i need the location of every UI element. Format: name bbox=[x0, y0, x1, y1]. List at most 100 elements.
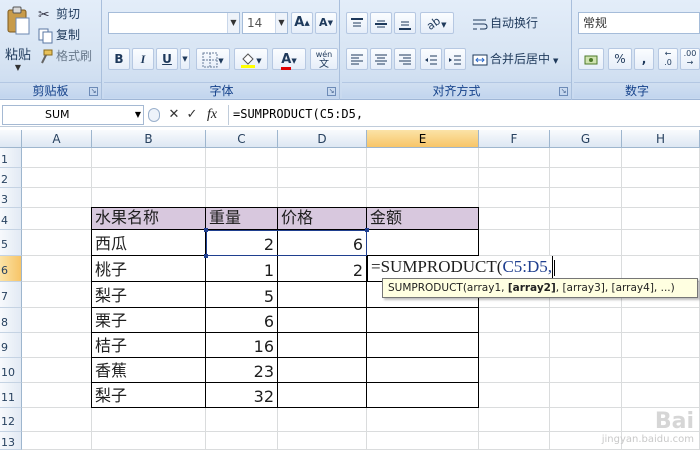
row-header-9[interactable]: 9 bbox=[0, 333, 22, 358]
cell[interactable] bbox=[622, 333, 700, 358]
table-cell[interactable]: 香蕉 bbox=[92, 358, 206, 383]
table-cell[interactable]: 栗子 bbox=[92, 308, 206, 333]
cell[interactable] bbox=[206, 408, 278, 432]
increase-indent-button[interactable] bbox=[444, 48, 466, 70]
cell[interactable] bbox=[479, 408, 550, 432]
table-cell[interactable]: 23 bbox=[206, 358, 278, 383]
borders-button[interactable]: ▼ bbox=[196, 48, 230, 70]
font-color-button[interactable]: A▼ bbox=[272, 48, 306, 70]
cell[interactable] bbox=[367, 432, 479, 450]
chevron-down-icon[interactable]: ▼ bbox=[227, 13, 239, 33]
row-header-7[interactable]: 7 bbox=[0, 282, 22, 308]
column-header-c[interactable]: C bbox=[206, 130, 278, 148]
cell[interactable] bbox=[92, 148, 206, 168]
row-header-8[interactable]: 8 bbox=[0, 308, 22, 333]
row-header-6[interactable]: 6 bbox=[0, 256, 22, 282]
phonetic-guide-button[interactable]: wén 文 bbox=[310, 48, 338, 70]
cell[interactable] bbox=[22, 168, 92, 188]
cell[interactable] bbox=[550, 188, 622, 208]
bold-button[interactable]: B bbox=[108, 48, 130, 70]
align-middle-button[interactable] bbox=[370, 12, 392, 34]
cell[interactable] bbox=[22, 408, 92, 432]
row-header-4[interactable]: 4 bbox=[0, 208, 22, 230]
cell[interactable] bbox=[479, 333, 550, 358]
table-header-cell[interactable]: 金额 bbox=[367, 208, 479, 230]
number-format-combo[interactable]: 常规 bbox=[578, 12, 700, 34]
cell[interactable] bbox=[278, 168, 367, 188]
row-header-5[interactable]: 5 bbox=[0, 230, 22, 256]
cell[interactable] bbox=[479, 308, 550, 333]
cell[interactable] bbox=[22, 358, 92, 383]
cell[interactable] bbox=[550, 358, 622, 383]
table-cell[interactable] bbox=[278, 383, 367, 408]
cell[interactable] bbox=[367, 408, 479, 432]
table-cell[interactable] bbox=[278, 308, 367, 333]
table-cell[interactable] bbox=[367, 308, 479, 333]
cell[interactable] bbox=[550, 148, 622, 168]
column-header-d[interactable]: D bbox=[278, 130, 367, 148]
row-header-2[interactable]: 2 bbox=[0, 168, 22, 188]
underline-button[interactable]: U bbox=[156, 48, 178, 70]
row-header-10[interactable]: 10 bbox=[0, 358, 22, 383]
table-cell[interactable]: 桃子 bbox=[92, 256, 206, 282]
paste-button[interactable]: 粘贴 ▼ bbox=[2, 6, 34, 76]
cell[interactable] bbox=[479, 188, 550, 208]
fill-color-button[interactable]: ▼ bbox=[234, 48, 268, 70]
cut-button[interactable]: ✂ 剪切 bbox=[38, 4, 80, 24]
align-center-button[interactable] bbox=[370, 48, 392, 70]
table-cell[interactable]: 梨子 bbox=[92, 383, 206, 408]
percent-button[interactable]: % bbox=[608, 48, 632, 70]
cell[interactable] bbox=[22, 256, 92, 282]
decrease-decimal-button[interactable]: .00 → bbox=[680, 48, 700, 70]
name-box[interactable]: SUM ▼ bbox=[2, 105, 144, 125]
cell[interactable] bbox=[278, 148, 367, 168]
cell[interactable] bbox=[550, 208, 622, 230]
table-cell[interactable] bbox=[278, 333, 367, 358]
table-cell[interactable] bbox=[367, 230, 479, 256]
formula-bar-splitter[interactable] bbox=[148, 108, 160, 122]
cell[interactable] bbox=[278, 432, 367, 450]
cell[interactable] bbox=[622, 148, 700, 168]
cell[interactable] bbox=[479, 358, 550, 383]
column-header-a[interactable]: A bbox=[22, 130, 92, 148]
chevron-down-icon[interactable]: ▼ bbox=[135, 106, 141, 124]
table-cell[interactable] bbox=[278, 358, 367, 383]
underline-dropdown[interactable]: ▼ bbox=[180, 48, 190, 70]
table-header-cell[interactable]: 价格 bbox=[278, 208, 367, 230]
cell[interactable] bbox=[367, 148, 479, 168]
font-dialog-launcher[interactable]: ↘ bbox=[327, 87, 336, 96]
cell[interactable] bbox=[479, 230, 550, 256]
cell[interactable] bbox=[206, 432, 278, 450]
chevron-down-icon[interactable]: ▼ bbox=[275, 13, 287, 33]
column-header-f[interactable]: F bbox=[479, 130, 550, 148]
column-header-h[interactable]: H bbox=[622, 130, 700, 148]
table-cell[interactable]: 桔子 bbox=[92, 333, 206, 358]
column-header-b[interactable]: B bbox=[92, 130, 206, 148]
cell[interactable] bbox=[479, 148, 550, 168]
table-cell[interactable]: 32 bbox=[206, 383, 278, 408]
select-all-corner[interactable] bbox=[0, 130, 22, 148]
cell[interactable] bbox=[22, 148, 92, 168]
table-cell[interactable]: 1 bbox=[206, 256, 278, 282]
table-cell[interactable]: 16 bbox=[206, 333, 278, 358]
cell[interactable] bbox=[622, 168, 700, 188]
italic-button[interactable]: I bbox=[132, 48, 154, 70]
cell[interactable] bbox=[278, 408, 367, 432]
confirm-entry-button[interactable]: ✓ bbox=[184, 107, 200, 123]
cell[interactable] bbox=[622, 208, 700, 230]
currency-button[interactable] bbox=[578, 48, 604, 70]
orientation-button[interactable]: ab▼ bbox=[420, 12, 454, 34]
cell[interactable] bbox=[92, 168, 206, 188]
table-cell[interactable]: 2 bbox=[278, 256, 367, 282]
cell[interactable] bbox=[367, 168, 479, 188]
alignment-dialog-launcher[interactable]: ↘ bbox=[559, 87, 568, 96]
cell[interactable] bbox=[22, 432, 92, 450]
row-header-3[interactable]: 3 bbox=[0, 188, 22, 208]
format-painter-button[interactable]: 格式刷 bbox=[38, 46, 92, 66]
table-cell[interactable] bbox=[367, 358, 479, 383]
column-header-e[interactable]: E bbox=[367, 130, 479, 148]
cell[interactable] bbox=[22, 333, 92, 358]
cell[interactable] bbox=[622, 230, 700, 256]
row-header-1[interactable]: 1 bbox=[0, 148, 22, 168]
table-header-cell[interactable]: 水果名称 bbox=[92, 208, 206, 230]
